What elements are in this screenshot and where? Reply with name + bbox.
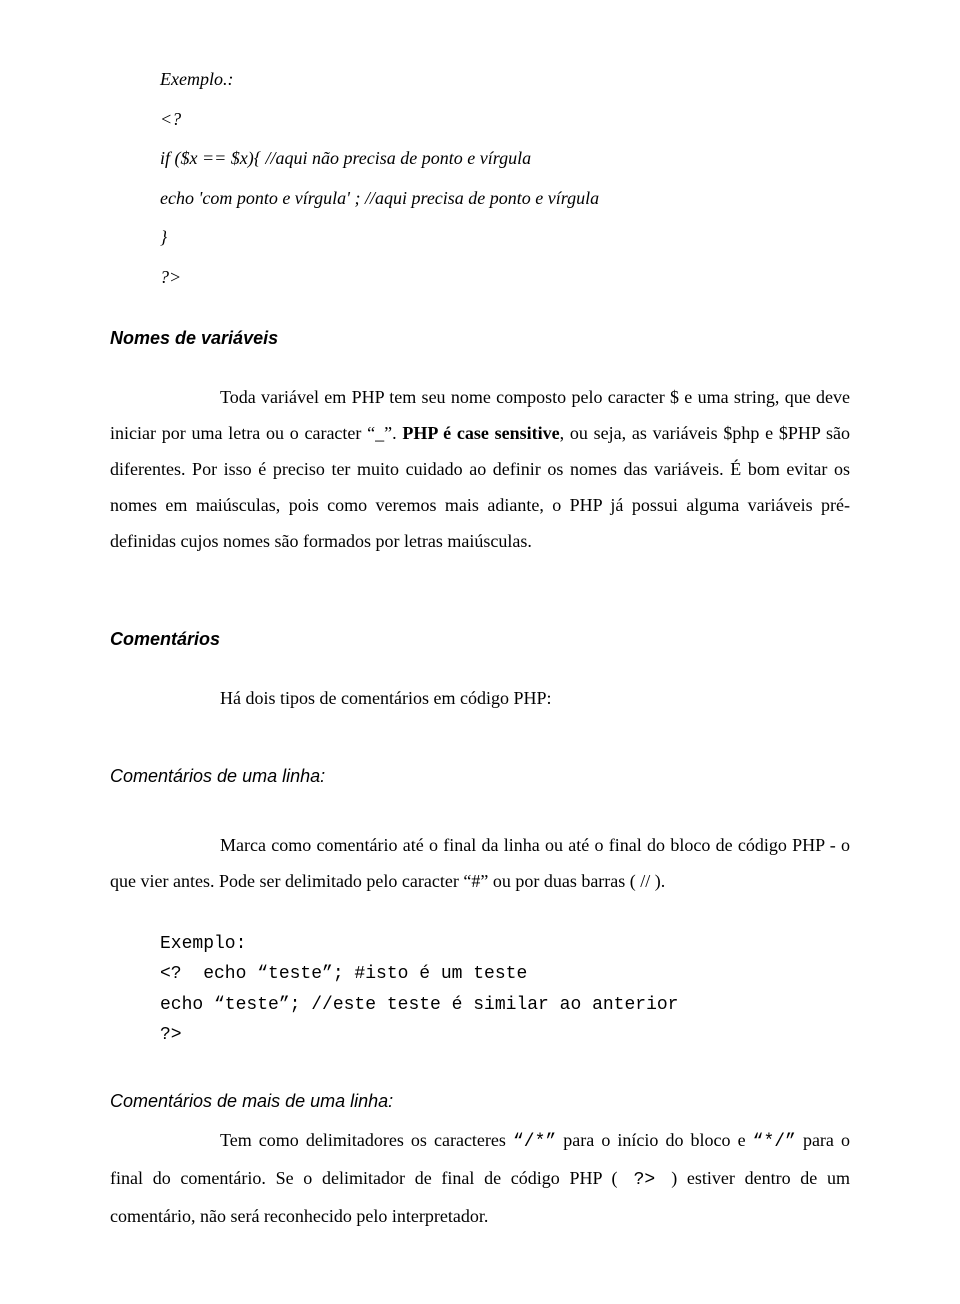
code-line: ?> — [160, 1025, 182, 1045]
code-line: <? — [160, 100, 850, 140]
example-block-2: Exemplo: <? echo “teste”; #isto é um tes… — [160, 929, 850, 1051]
section-heading-nomes-variaveis: Nomes de variáveis — [110, 328, 850, 349]
section-heading-comentarios-multilinha: Comentários de mais de uma linha: — [110, 1091, 850, 1112]
code-line: if ($x == $x){ //aqui não precisa de pon… — [160, 139, 850, 179]
paragraph: Marca como comentário até o final da lin… — [110, 827, 850, 899]
text-run: para o início do bloco e — [556, 1130, 752, 1150]
code-line: echo 'com ponto e vírgula' ; //aqui prec… — [160, 179, 850, 219]
code-line: ?> — [160, 258, 850, 298]
text-mono: “*/” — [753, 1132, 796, 1152]
code-line: echo “teste”; //este teste é similar ao … — [160, 995, 678, 1015]
document-page: Exemplo.: <? if ($x == $x){ //aqui não p… — [0, 0, 960, 1304]
text-bold: PHP é case sensitive — [402, 423, 559, 443]
example-block-1: Exemplo.: <? if ($x == $x){ //aqui não p… — [160, 60, 850, 298]
paragraph: Há dois tipos de comentários em código P… — [110, 680, 850, 716]
section-heading-comentarios: Comentários — [110, 629, 850, 650]
text-run: Tem como delimitadores os caracteres — [220, 1130, 513, 1150]
code-line: } — [160, 218, 850, 258]
text-mono: “/*” — [513, 1132, 556, 1152]
text-mono: ?> — [618, 1170, 672, 1190]
code-line: <? echo “teste”; #isto é um teste — [160, 964, 527, 984]
section-heading-comentarios-uma-linha: Comentários de uma linha: — [110, 766, 850, 787]
code-line: Exemplo.: — [160, 60, 850, 100]
code-line: Exemplo: — [160, 934, 246, 954]
paragraph: Toda variável em PHP tem seu nome compos… — [110, 379, 850, 559]
paragraph: Tem como delimitadores os caracteres “/*… — [110, 1122, 850, 1234]
